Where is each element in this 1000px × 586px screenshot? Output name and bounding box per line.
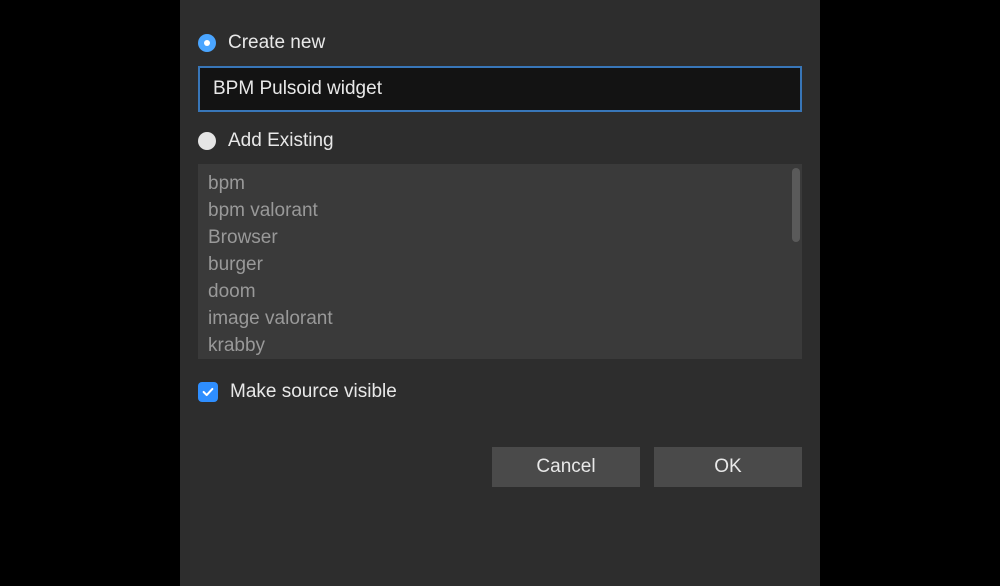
- source-name-input[interactable]: [198, 66, 802, 112]
- add-existing-radio[interactable]: [198, 132, 216, 150]
- list-item[interactable]: image valorant: [208, 305, 792, 332]
- existing-sources-list[interactable]: bpm bpm valorant Browser burger doom ima…: [198, 164, 802, 359]
- list-scrollbar[interactable]: [792, 168, 800, 242]
- add-existing-row: Add Existing: [198, 130, 802, 152]
- add-existing-label[interactable]: Add Existing: [228, 130, 334, 152]
- cancel-button[interactable]: Cancel: [492, 447, 640, 487]
- make-visible-row: Make source visible: [198, 381, 802, 403]
- make-visible-checkbox[interactable]: [198, 382, 218, 402]
- ok-button[interactable]: OK: [654, 447, 802, 487]
- list-item[interactable]: doom: [208, 278, 792, 305]
- list-item[interactable]: bpm valorant: [208, 197, 792, 224]
- check-icon: [201, 385, 215, 399]
- dialog-buttons: Cancel OK: [198, 447, 802, 487]
- list-item[interactable]: burger: [208, 251, 792, 278]
- create-new-radio[interactable]: [198, 34, 216, 52]
- create-new-label[interactable]: Create new: [228, 32, 325, 54]
- list-item[interactable]: krabby: [208, 332, 792, 359]
- create-new-row: Create new: [198, 32, 802, 54]
- make-visible-label[interactable]: Make source visible: [230, 381, 397, 403]
- create-source-dialog: Create new Add Existing bpm bpm valorant…: [180, 0, 820, 586]
- source-name-field-wrap: [198, 66, 802, 112]
- list-item[interactable]: bpm: [208, 170, 792, 197]
- list-item[interactable]: Browser: [208, 224, 792, 251]
